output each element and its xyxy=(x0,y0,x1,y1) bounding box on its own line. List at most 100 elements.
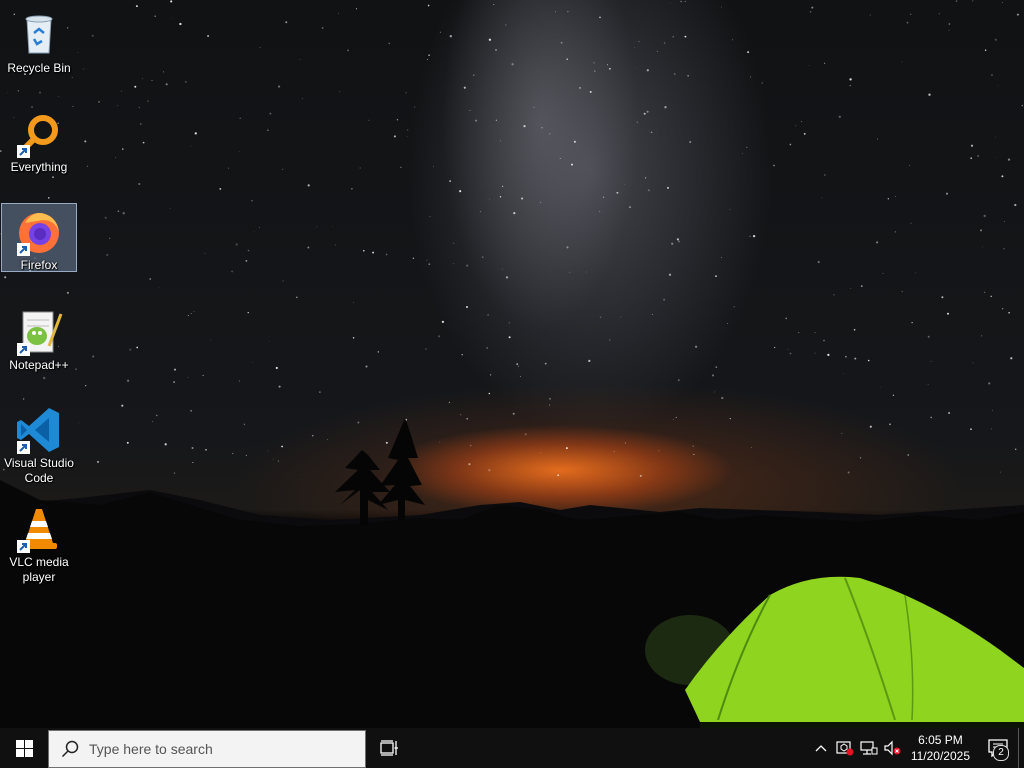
taskbar-clock[interactable]: 6:05 PM 11/20/2025 xyxy=(905,732,978,764)
desktop-icon-everything[interactable]: Everything xyxy=(1,105,77,176)
wallpaper-star xyxy=(541,127,543,129)
wallpaper-star xyxy=(190,410,192,412)
wallpaper-star xyxy=(651,313,653,315)
wallpaper-star xyxy=(795,125,797,127)
start-button[interactable] xyxy=(0,728,48,768)
wallpaper-star xyxy=(673,73,676,75)
wallpaper-star xyxy=(91,34,94,37)
wallpaper-star xyxy=(847,471,850,474)
security-tray-button[interactable] xyxy=(833,728,857,768)
wallpaper-star xyxy=(869,14,871,16)
wallpaper-star xyxy=(355,8,358,10)
wallpaper-star xyxy=(803,133,806,135)
desktop-icon-recycle-bin[interactable]: Recycle Bin xyxy=(1,6,77,77)
wallpaper-star xyxy=(882,272,884,274)
wallpaper-star xyxy=(555,11,557,13)
wallpaper-star xyxy=(970,428,972,431)
wallpaper-star xyxy=(994,38,997,41)
wallpaper-star xyxy=(548,397,552,400)
wallpaper-star xyxy=(824,174,826,176)
wallpaper-star xyxy=(801,121,802,123)
wallpaper-star xyxy=(412,257,415,259)
wallpaper-star xyxy=(339,91,341,93)
wallpaper-star xyxy=(982,246,983,248)
show-hidden-icons-button[interactable] xyxy=(809,728,833,768)
wallpaper-star xyxy=(488,468,491,472)
desktop-icon-label: VLC media player xyxy=(9,555,69,584)
wallpaper-tree xyxy=(335,450,390,525)
wallpaper-star xyxy=(749,235,751,237)
taskbar-search-box[interactable]: Type here to search xyxy=(48,729,366,768)
show-desktop-button[interactable] xyxy=(1018,728,1024,768)
firefox-icon xyxy=(15,208,63,256)
action-center-button[interactable]: 2 xyxy=(978,728,1018,768)
wallpaper-star xyxy=(972,0,974,2)
wallpaper-star xyxy=(845,355,847,358)
wallpaper-star xyxy=(894,230,897,233)
wallpaper-star xyxy=(357,421,360,424)
desktop-icon-firefox[interactable]: Firefox xyxy=(1,203,77,272)
wallpaper-star xyxy=(84,140,87,143)
wallpaper-star xyxy=(165,83,168,86)
task-view-button[interactable] xyxy=(366,728,414,768)
wallpaper-star xyxy=(1002,2,1003,3)
desktop-icon-vscode[interactable]: Visual Studio Code xyxy=(1,401,77,487)
wallpaper-star xyxy=(714,391,715,393)
wallpaper-star xyxy=(122,212,125,215)
wallpaper-star xyxy=(156,414,158,417)
wallpaper-star xyxy=(910,222,912,224)
wallpaper-star xyxy=(876,241,879,244)
clock-time: 6:05 PM xyxy=(918,733,963,747)
wallpaper-star xyxy=(97,100,101,103)
wallpaper-star xyxy=(991,74,993,76)
wallpaper-star xyxy=(267,450,269,452)
wallpaper-star xyxy=(599,16,601,19)
wallpaper-star xyxy=(524,433,527,436)
wallpaper-star xyxy=(593,62,595,64)
wallpaper-star xyxy=(663,42,666,44)
wallpaper-star xyxy=(187,315,189,317)
desktop[interactable]: Recycle Bin Everything Firefox Notepad++… xyxy=(0,0,1024,728)
wallpaper-star xyxy=(984,49,987,52)
volume-tray-button[interactable] xyxy=(881,728,905,768)
wallpaper-star xyxy=(158,286,160,288)
wallpaper-star xyxy=(560,41,563,44)
wallpaper-star xyxy=(316,226,318,228)
wallpaper-star xyxy=(948,412,951,414)
wallpaper-star xyxy=(603,196,605,198)
wallpaper-star xyxy=(449,180,451,182)
wallpaper-star xyxy=(85,384,87,387)
wallpaper-star xyxy=(672,36,674,38)
desktop-icon-label: Recycle Bin xyxy=(7,61,71,75)
wallpaper-star xyxy=(523,125,526,128)
vscode-icon xyxy=(15,406,63,454)
wallpaper-star xyxy=(827,353,830,357)
wallpaper-star xyxy=(505,24,507,26)
wallpaper-star xyxy=(282,280,284,282)
wallpaper-star xyxy=(625,442,626,444)
wallpaper-star xyxy=(173,472,176,474)
wallpaper-star xyxy=(880,386,881,388)
wallpaper-star xyxy=(301,478,302,480)
wallpaper-star xyxy=(849,84,851,87)
wallpaper-star xyxy=(466,306,468,308)
wallpaper-star xyxy=(684,35,687,38)
wallpaper-star xyxy=(352,302,354,303)
wallpaper-star xyxy=(71,77,73,78)
wallpaper-star xyxy=(115,157,116,158)
wallpaper-star xyxy=(624,184,626,185)
recycle-bin-icon xyxy=(15,11,63,59)
desktop-icon-vlc[interactable]: VLC media player xyxy=(1,500,77,586)
wallpaper-star xyxy=(823,62,826,64)
network-tray-button[interactable] xyxy=(857,728,881,768)
wallpaper-star xyxy=(671,242,674,245)
wallpaper-star xyxy=(910,13,912,15)
wallpaper-star xyxy=(517,365,519,367)
wallpaper-star xyxy=(930,416,932,419)
wallpaper-star xyxy=(428,54,430,57)
wallpaper-star xyxy=(999,471,1002,473)
desktop-icon-notepadpp[interactable]: Notepad++ xyxy=(1,303,77,374)
wallpaper-star xyxy=(616,191,619,194)
task-view-icon xyxy=(380,740,398,756)
wallpaper-star xyxy=(565,447,568,450)
